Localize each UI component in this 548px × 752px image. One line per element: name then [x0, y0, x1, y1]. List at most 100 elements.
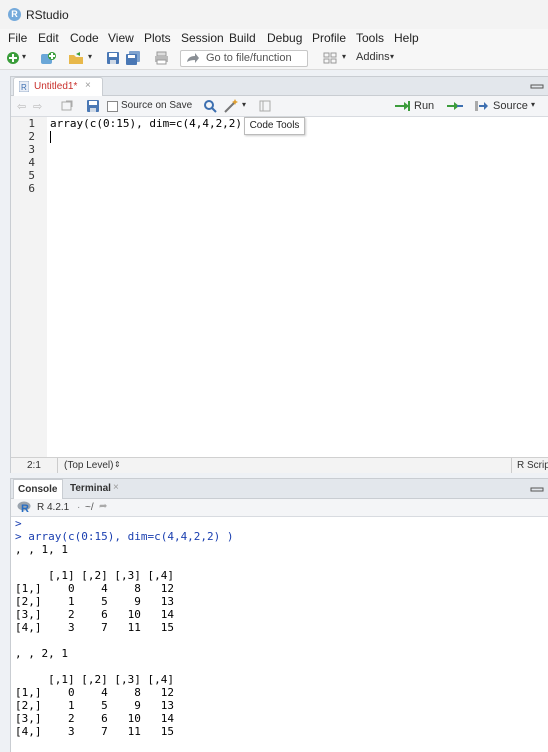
new-file-icon[interactable]: [6, 51, 20, 65]
go-to-file-input[interactable]: Go to file/function: [180, 50, 308, 67]
goto-directory-icon[interactable]: ➦: [99, 501, 107, 512]
run-arrow-icon[interactable]: [395, 101, 411, 111]
line-number: 6: [28, 182, 35, 195]
close-icon[interactable]: ×: [85, 80, 91, 91]
console-prompt: >: [15, 517, 22, 530]
editor-toolbar: ⇦ ⇨ Source on Save ▾ Run Source ▾: [11, 96, 548, 117]
chevron-down-icon[interactable]: ▾: [88, 52, 92, 61]
chevron-down-icon[interactable]: ▾: [22, 52, 26, 61]
menu-code[interactable]: Code: [70, 31, 99, 45]
source-on-save-label: Source on Save: [121, 100, 193, 111]
console-output-line: [3,] 2 6 10 14: [15, 712, 174, 725]
go-to-file-placeholder: Go to file/function: [206, 52, 292, 64]
console-info-bar: R R 4.2.1 · ~/ ➦: [11, 499, 548, 517]
cursor-position: 2:1: [27, 460, 41, 471]
console-output-line: [1,] 0 4 8 12: [15, 582, 174, 595]
magic-wand-icon[interactable]: [223, 99, 239, 113]
menu-plots[interactable]: Plots: [144, 31, 171, 45]
line-number-gutter: 1 2 3 4 5 6: [11, 117, 47, 457]
save-icon[interactable]: [87, 100, 99, 112]
console-output-line: [2,] 1 5 9 13: [15, 595, 174, 608]
line-number: 4: [28, 156, 35, 169]
minimize-icon[interactable]: [530, 80, 544, 90]
console-output-line: [4,] 3 7 11 15: [15, 725, 174, 738]
open-folder-icon[interactable]: [68, 51, 83, 65]
print-icon[interactable]: [154, 51, 168, 65]
source-tab-bar: R Untitled1* ×: [11, 77, 548, 96]
tab-label: Untitled1*: [34, 81, 78, 92]
code-editor[interactable]: [47, 117, 548, 457]
menu-build[interactable]: Build: [229, 31, 256, 45]
menu-edit[interactable]: Edit: [38, 31, 59, 45]
menu-bar: File Edit Code View Plots Session Build …: [0, 29, 548, 47]
console-command: > array(c(0:15), dim=c(4,4,2,2) ): [15, 530, 234, 543]
r-version: R 4.2.1: [37, 502, 70, 513]
console-pane: Console Terminal × R R 4.2.1 · ~/ ➦ > > …: [10, 478, 548, 752]
console-output[interactable]: > > array(c(0:15), dim=c(4,4,2,2) ) , , …: [15, 517, 234, 738]
svg-text:R: R: [21, 83, 27, 92]
source-button[interactable]: Source: [493, 100, 528, 112]
editor-status-bar: 2:1 (Top Level) ⇕ R Script: [11, 457, 548, 473]
line-number: 3: [28, 143, 35, 156]
console-output-line: , , 2, 1: [15, 647, 68, 660]
divider: [511, 458, 512, 473]
working-directory[interactable]: ~/: [85, 502, 94, 513]
console-output-line: [4,] 3 7 11 15: [15, 621, 174, 634]
chevron-down-icon[interactable]: ▾: [390, 52, 394, 61]
menu-view[interactable]: View: [108, 31, 134, 45]
console-output-line: [1,] 0 4 8 12: [15, 686, 174, 699]
menu-file[interactable]: File: [8, 31, 27, 45]
line-number: 2: [28, 130, 35, 143]
back-arrow-icon[interactable]: ⇦: [17, 100, 26, 113]
line-number: 5: [28, 169, 35, 182]
line-number: 1: [28, 117, 35, 130]
r-file-icon: R: [19, 81, 29, 92]
menu-session[interactable]: Session: [181, 31, 224, 45]
run-button[interactable]: Run: [414, 100, 434, 112]
console-output-line: [,1] [,2] [,3] [,4]: [48, 569, 174, 582]
close-icon[interactable]: ×: [113, 482, 119, 493]
tab-terminal-label: Terminal: [70, 483, 111, 494]
minimize-icon[interactable]: [530, 483, 544, 493]
svg-text:R: R: [21, 503, 29, 513]
console-tab-bar: Console Terminal ×: [11, 479, 548, 499]
source-on-save-checkbox[interactable]: [107, 101, 118, 112]
compile-report-icon[interactable]: [259, 100, 271, 112]
chevron-down-icon[interactable]: ▾: [242, 100, 246, 109]
new-project-icon[interactable]: [40, 51, 56, 65]
console-output-line: [3,] 2 6 10 14: [15, 608, 174, 621]
chevron-down-icon[interactable]: ▾: [342, 52, 346, 61]
console-output-lines: , , 1, 1 [,1] [,2] [,3] [,4] [1,] 0 4 8 …: [15, 543, 174, 738]
code-tools-tooltip: Code Tools: [244, 117, 305, 135]
tab-terminal[interactable]: Terminal ×: [66, 479, 126, 498]
save-icon[interactable]: [106, 51, 120, 65]
menu-debug[interactable]: Debug: [267, 31, 302, 45]
console-output-line: [2,] 1 5 9 13: [15, 699, 174, 712]
title-bar: R RStudio: [0, 0, 548, 29]
show-in-window-icon[interactable]: [61, 100, 73, 111]
chevron-down-icon[interactable]: ▾: [531, 100, 535, 109]
divider: [57, 458, 58, 473]
grid-layout-icon[interactable]: [323, 51, 337, 65]
window-title: RStudio: [26, 8, 69, 22]
file-type-selector[interactable]: R Script: [517, 460, 548, 471]
search-icon[interactable]: [203, 99, 217, 113]
menu-tools[interactable]: Tools: [356, 31, 384, 45]
rstudio-logo-icon: R: [8, 8, 21, 21]
forward-arrow-icon[interactable]: ⇨: [33, 100, 42, 113]
separator-dot: ·: [77, 502, 81, 513]
tab-console-label: Console: [18, 484, 58, 495]
addins-menu[interactable]: Addins: [356, 51, 390, 63]
menu-help[interactable]: Help: [394, 31, 419, 45]
main-toolbar: ▾ ▾ Go to file/function ▾ Addins ▾: [0, 47, 548, 70]
tab-untitled1[interactable]: R Untitled1* ×: [13, 77, 103, 96]
rerun-icon[interactable]: [447, 100, 465, 112]
goto-arrow-icon: [186, 53, 200, 64]
chevron-updown-icon[interactable]: ⇕: [114, 460, 121, 469]
console-output-line: [,1] [,2] [,3] [,4]: [48, 673, 174, 686]
menu-profile[interactable]: Profile: [312, 31, 346, 45]
scope-selector[interactable]: (Top Level): [64, 460, 113, 471]
save-all-icon[interactable]: [126, 51, 140, 65]
tab-console[interactable]: Console: [13, 479, 63, 499]
source-icon[interactable]: [475, 100, 489, 112]
